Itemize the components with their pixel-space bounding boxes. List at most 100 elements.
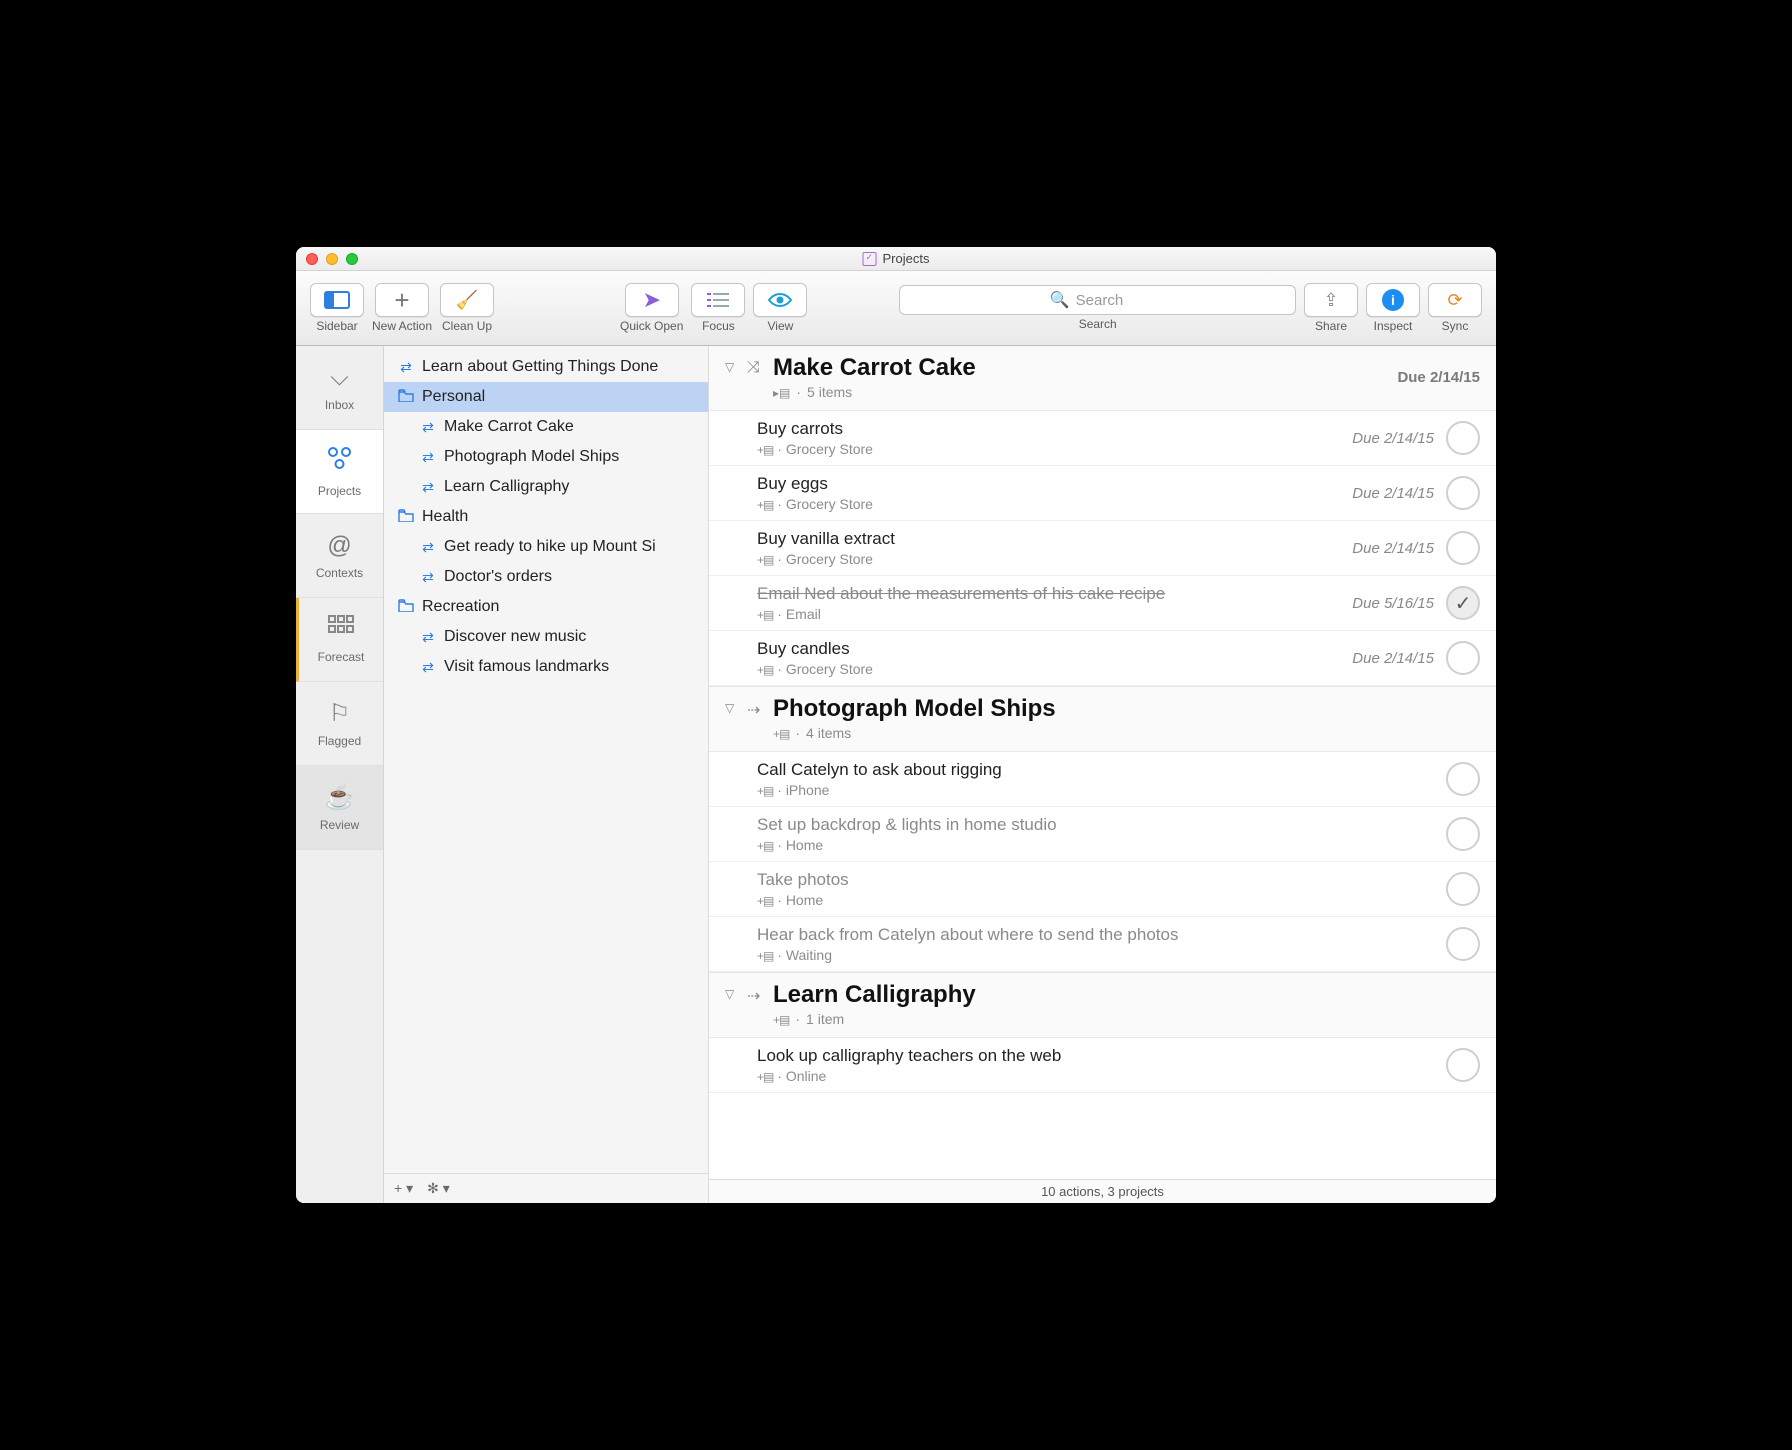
quick-open-button[interactable]: ➤ <box>625 283 679 317</box>
note-toggle-icon[interactable] <box>773 384 790 400</box>
task-checkbox[interactable] <box>1446 476 1480 510</box>
perspective-inbox[interactable]: ⌵ Inbox <box>296 346 383 430</box>
outline-folder[interactable]: Recreation <box>384 592 708 622</box>
task-row[interactable]: Call Catelyn to ask about rigging · iPho… <box>709 752 1496 807</box>
disclosure-triangle-icon[interactable]: ▽ <box>725 695 737 715</box>
task-row[interactable]: Look up calligraphy teachers on the web … <box>709 1038 1496 1093</box>
outline-project[interactable]: ⇄Learn about Getting Things Done <box>384 352 708 382</box>
toolbar-label-quickopen: Quick Open <box>620 319 683 333</box>
search-field[interactable]: 🔍 <box>899 285 1296 315</box>
note-toggle-icon[interactable] <box>757 782 773 798</box>
sync-button[interactable]: ⟳ <box>1428 283 1482 317</box>
outline-folder[interactable]: Personal <box>384 382 708 412</box>
task-row[interactable]: Buy carrots · Grocery StoreDue 2/14/15 <box>709 411 1496 466</box>
task-row[interactable]: Buy eggs · Grocery StoreDue 2/14/15 <box>709 466 1496 521</box>
outline-project[interactable]: ⇄Photograph Model Ships <box>384 442 708 472</box>
task-title: Buy vanilla extract <box>757 529 1340 549</box>
task-row[interactable]: Buy vanilla extract · Grocery StoreDue 2… <box>709 521 1496 576</box>
task-due: Due 2/14/15 <box>1352 430 1434 447</box>
task-checkbox[interactable] <box>1446 531 1480 565</box>
status-bar: 10 actions, 3 projects <box>709 1179 1496 1203</box>
project-outline: ⇄Learn about Getting Things DonePersonal… <box>384 346 709 1203</box>
outline-folder[interactable]: Health <box>384 502 708 532</box>
note-toggle-icon[interactable] <box>773 1011 789 1027</box>
perspective-label: Forecast <box>318 650 365 664</box>
item-count: 4 items <box>806 725 851 741</box>
task-checkbox[interactable] <box>1446 1048 1480 1082</box>
forecast-icon <box>328 615 354 644</box>
inspect-button[interactable]: i <box>1366 283 1420 317</box>
share-button[interactable]: ⇪ <box>1304 283 1358 317</box>
note-toggle-icon[interactable] <box>757 1068 773 1084</box>
note-toggle-icon[interactable] <box>757 606 773 622</box>
note-toggle-icon[interactable] <box>757 837 773 853</box>
task-checkbox[interactable] <box>1446 927 1480 961</box>
outline-project[interactable]: ⇄Visit famous landmarks <box>384 652 708 682</box>
outline-item-label: Doctor's orders <box>444 568 552 586</box>
task-row[interactable]: Set up backdrop & lights in home studio … <box>709 807 1496 862</box>
task-row[interactable]: Hear back from Catelyn about where to se… <box>709 917 1496 972</box>
perspective-label: Contexts <box>316 566 363 580</box>
outline-project[interactable]: ⇄Discover new music <box>384 622 708 652</box>
toolbar-label-cleanup: Clean Up <box>442 319 492 333</box>
outline-project[interactable]: ⇄Learn Calligraphy <box>384 472 708 502</box>
toggle-sidebar-button[interactable] <box>310 283 364 317</box>
note-toggle-icon[interactable] <box>757 441 773 457</box>
note-toggle-icon[interactable] <box>757 551 773 567</box>
window-minimize-button[interactable] <box>326 253 338 265</box>
disclosure-triangle-icon[interactable]: ▽ <box>725 981 737 1001</box>
note-toggle-icon[interactable] <box>757 947 773 963</box>
parallel-icon: ⤨ <box>747 354 763 377</box>
cleanup-button[interactable]: 🧹 <box>440 283 494 317</box>
action-menu-button[interactable]: ✻ ▾ <box>427 1180 450 1197</box>
perspective-label: Review <box>320 818 359 832</box>
outline-project[interactable]: ⇄Get ready to hike up Mount Si <box>384 532 708 562</box>
note-toggle-icon[interactable] <box>757 892 773 908</box>
search-input[interactable] <box>1076 292 1146 309</box>
project-section-header[interactable]: ▽⤨Make Carrot Cake·5 itemsDue 2/14/15 <box>709 346 1496 411</box>
task-title: Buy eggs <box>757 474 1340 494</box>
note-toggle-icon[interactable] <box>773 725 789 741</box>
perspective-forecast[interactable]: Forecast <box>296 598 383 682</box>
disclosure-triangle-icon[interactable]: ▽ <box>725 354 737 374</box>
task-context: Online <box>786 1068 826 1084</box>
status-text: 10 actions, 3 projects <box>1041 1184 1164 1199</box>
titlebar: Projects <box>296 247 1496 271</box>
outline-project[interactable]: ⇄Doctor's orders <box>384 562 708 592</box>
task-row[interactable]: Email Ned about the measurements of his … <box>709 576 1496 631</box>
perspective-review[interactable]: ☕ Review <box>296 766 383 850</box>
new-action-button[interactable]: + <box>375 283 429 317</box>
window-zoom-button[interactable] <box>346 253 358 265</box>
perspective-label: Flagged <box>318 734 361 748</box>
task-checkbox[interactable] <box>1446 421 1480 455</box>
view-button[interactable] <box>753 283 807 317</box>
note-toggle-icon[interactable] <box>757 661 773 677</box>
item-count: 1 item <box>806 1011 844 1027</box>
task-subtitle: · Home <box>757 892 1434 908</box>
coffee-icon: ☕ <box>325 783 355 812</box>
project-section-header[interactable]: ▽⇢Learn Calligraphy·1 item <box>709 972 1496 1038</box>
add-menu-button[interactable]: + ▾ <box>394 1180 413 1197</box>
outline-project[interactable]: ⇄Make Carrot Cake <box>384 412 708 442</box>
note-toggle-icon[interactable] <box>757 496 773 512</box>
focus-button[interactable] <box>691 283 745 317</box>
task-checkbox[interactable] <box>1446 641 1480 675</box>
toolbar: Sidebar + New Action 🧹 Clean Up ➤ Quick … <box>296 271 1496 346</box>
perspective-contexts[interactable]: @ Contexts <box>296 514 383 598</box>
outline-item-label: Photograph Model Ships <box>444 448 619 466</box>
parallel-icon: ⇄ <box>420 629 436 646</box>
perspective-projects[interactable]: Projects <box>296 430 383 514</box>
task-checkbox[interactable] <box>1446 817 1480 851</box>
project-section-header[interactable]: ▽⇢Photograph Model Ships·4 items <box>709 686 1496 752</box>
project-title: Make Carrot Cake <box>773 354 1387 382</box>
task-checkbox[interactable]: ✓ <box>1446 586 1480 620</box>
task-checkbox[interactable] <box>1446 872 1480 906</box>
task-row[interactable]: Buy candles · Grocery StoreDue 2/14/15 <box>709 631 1496 686</box>
task-row[interactable]: Take photos · Home <box>709 862 1496 917</box>
task-checkbox[interactable] <box>1446 762 1480 796</box>
perspective-flagged[interactable]: ⚐ Flagged <box>296 682 383 766</box>
task-subtitle: · Online <box>757 1068 1434 1084</box>
item-count: 5 items <box>807 384 852 400</box>
window-close-button[interactable] <box>306 253 318 265</box>
toolbar-label-view: View <box>768 319 794 333</box>
